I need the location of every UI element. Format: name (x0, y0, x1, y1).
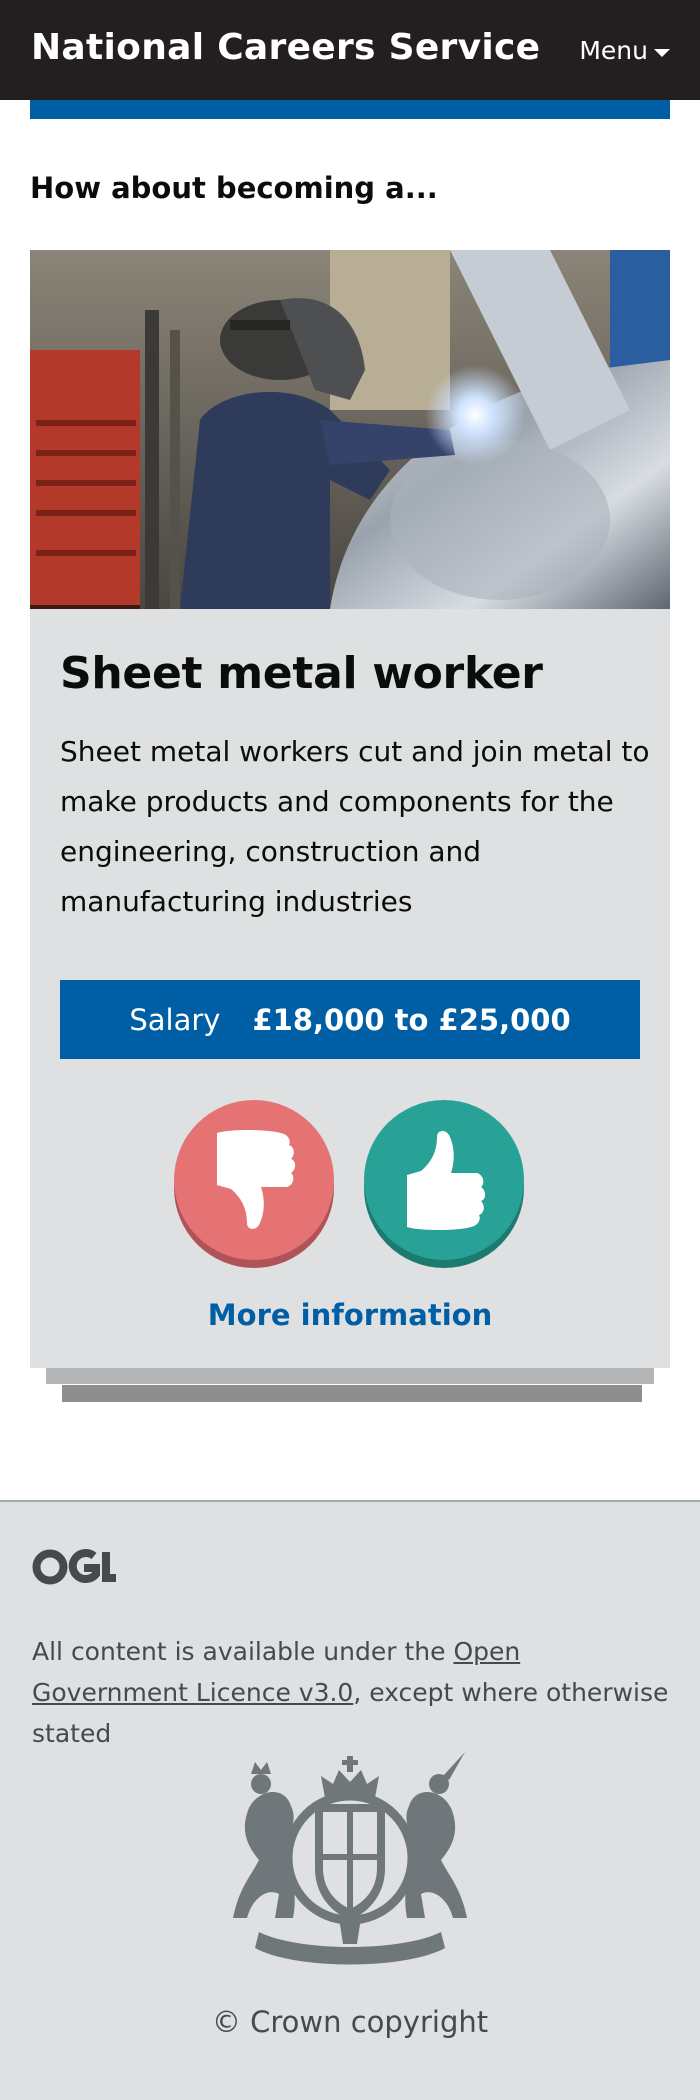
site-brand-link[interactable]: National Careers Service (31, 24, 540, 72)
licence-prefix: All content is available under the (32, 1637, 454, 1666)
ogl-logo[interactable] (32, 1548, 116, 1590)
header-accent-strip (30, 100, 670, 119)
career-photo (30, 250, 670, 609)
salary-banner: Salary £18,000 to £25,000 (60, 980, 640, 1059)
caret-down-icon (654, 48, 670, 57)
card-stack-shadow-back (62, 1385, 642, 1402)
dislike-button[interactable] (174, 1100, 334, 1268)
like-button[interactable] (364, 1100, 524, 1268)
crown-copyright[interactable]: © Crown copyright (0, 2002, 700, 2042)
site-header: National Careers Service Menu (0, 0, 700, 100)
suggestion-heading: How about becoming a... (30, 171, 438, 205)
royal-coat-of-arms-icon (229, 1748, 471, 1978)
thumbs-down-icon (217, 1130, 296, 1229)
salary-value: £18,000 to £25,000 (252, 1002, 571, 1037)
dislike-button-face (174, 1100, 334, 1260)
thumbs-up-icon (407, 1131, 486, 1230)
career-card: Sheet metal worker Sheet metal workers c… (30, 250, 670, 1368)
site-footer: All content is available under the Open … (0, 1500, 700, 2100)
card-stack-shadow-front (46, 1368, 654, 1384)
career-description: Sheet metal workers cut and join metal t… (60, 735, 650, 918)
licence-statement: All content is available under the Open … (32, 1631, 672, 1754)
like-button-face (364, 1100, 524, 1260)
more-information-link[interactable]: More information (30, 1295, 670, 1335)
menu-button-label: Menu (579, 36, 648, 65)
salary-label: Salary (129, 1002, 221, 1037)
career-title: Sheet metal worker (60, 648, 543, 699)
menu-button[interactable]: Menu (579, 34, 670, 68)
